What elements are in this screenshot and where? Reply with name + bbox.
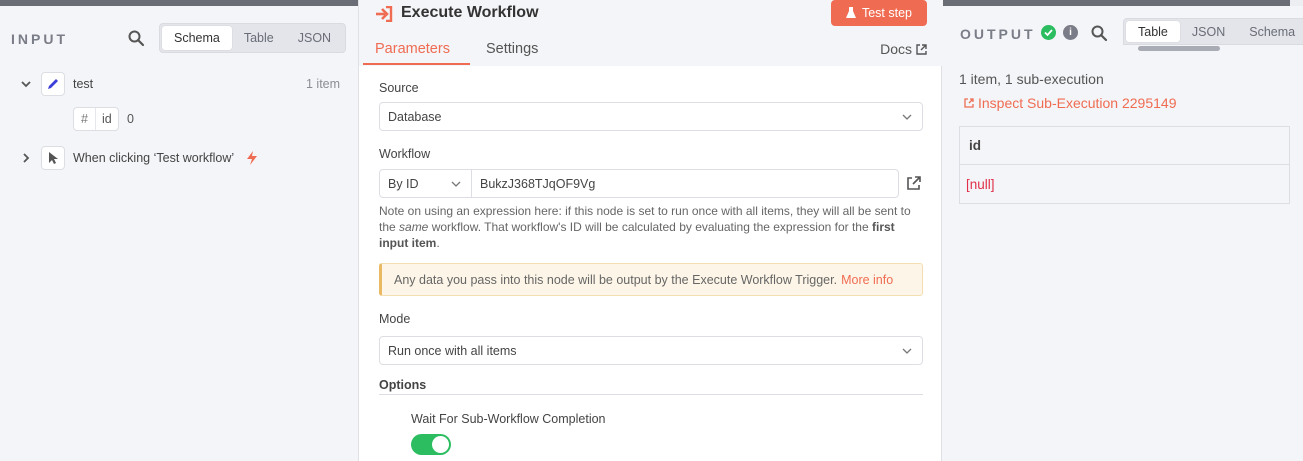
- toggle-knob: [432, 436, 449, 453]
- test-step-button[interactable]: Test step: [831, 0, 927, 26]
- node-details-panel: Execute Workflow Test step Parameters Se…: [358, 0, 943, 461]
- mode-value: Run once with all items: [388, 343, 517, 358]
- callout-text: Any data you pass into this node will be…: [394, 272, 838, 287]
- input-tab-schema[interactable]: Schema: [162, 26, 232, 50]
- input-view-switcher: Schema Table JSON: [159, 23, 347, 53]
- output-title: OUTPUT: [960, 26, 1036, 42]
- workflow-id-input[interactable]: BukzJ368TJqOF9Vg: [472, 170, 595, 197]
- tree-node-label: When clicking ‘Test workflow’: [73, 151, 235, 165]
- table-header-id: id: [960, 127, 1289, 165]
- output-tab-table[interactable]: Table: [1126, 21, 1180, 42]
- success-check-icon: [1041, 25, 1056, 40]
- output-table: id [null]: [959, 126, 1290, 204]
- docs-label: Docs: [880, 41, 912, 57]
- input-tab-json[interactable]: JSON: [286, 26, 343, 50]
- cursor-icon: [41, 146, 65, 170]
- active-tab-indicator: [363, 63, 470, 65]
- search-icon[interactable]: [127, 29, 145, 47]
- workflow-label: Workflow: [379, 147, 431, 161]
- node-title: Execute Workflow: [401, 4, 539, 21]
- external-link-icon: [964, 98, 974, 108]
- item-count: 1 item: [306, 77, 341, 91]
- external-link-icon: [916, 43, 927, 55]
- tab-settings[interactable]: Settings: [486, 41, 538, 57]
- tree-node-trigger[interactable]: When clicking ‘Test workflow’: [20, 146, 258, 170]
- options-heading: Options: [379, 378, 427, 392]
- info-callout: Any data you pass into this node will be…: [379, 263, 923, 296]
- output-tab-json[interactable]: JSON: [1180, 21, 1237, 42]
- flask-icon: [845, 7, 856, 18]
- source-value: Database: [388, 109, 442, 124]
- expression-note: Note on using an expression here: if thi…: [379, 204, 911, 250]
- test-step-label: Test step: [861, 6, 913, 20]
- table-cell: [null]: [966, 176, 995, 192]
- info-icon[interactable]: i: [1063, 25, 1078, 40]
- workflow-input-group: By ID BukzJ368TJqOF9Vg: [379, 169, 899, 198]
- input-panel: INPUT Schema Table JSON test 1 item # id…: [0, 6, 358, 461]
- chevron-down-icon: [451, 181, 461, 187]
- search-icon[interactable]: [1090, 24, 1108, 42]
- field-name: id: [102, 112, 112, 126]
- tab-parameters[interactable]: Parameters: [375, 41, 450, 57]
- more-info-link[interactable]: More info: [841, 273, 893, 287]
- schema-field-id: # id: [73, 107, 119, 131]
- mode-label: Mode: [379, 312, 411, 326]
- source-label: Source: [379, 81, 419, 95]
- horizontal-scrollbar[interactable]: [1138, 46, 1220, 51]
- source-select[interactable]: Database: [379, 102, 923, 131]
- input-title: INPUT: [11, 31, 68, 47]
- tree-node-label: test: [73, 77, 94, 91]
- output-tab-schema[interactable]: Schema: [1237, 21, 1303, 42]
- open-workflow-icon[interactable]: [906, 175, 922, 191]
- chevron-down-icon: [902, 348, 912, 354]
- inspect-sub-execution-link[interactable]: Inspect Sub-Execution 2295149: [964, 95, 1176, 111]
- output-summary: 1 item, 1 sub-execution: [959, 71, 1104, 87]
- input-tab-table[interactable]: Table: [232, 26, 286, 50]
- chevron-right-icon[interactable]: [20, 152, 32, 164]
- output-view-switcher: Table JSON Schema: [1123, 18, 1303, 45]
- pencil-icon: [41, 72, 65, 96]
- docs-link[interactable]: Docs: [880, 41, 927, 57]
- wait-completion-label: Wait For Sub-Workflow Completion: [411, 412, 606, 426]
- mode-select[interactable]: Run once with all items: [379, 336, 923, 365]
- inspect-label: Inspect Sub-Execution 2295149: [978, 95, 1177, 111]
- workflow-mode-value: By ID: [388, 176, 419, 191]
- chevron-down-icon[interactable]: [20, 78, 32, 90]
- chevron-down-icon: [902, 114, 912, 120]
- output-panel: OUTPUT i Table JSON Schema 1 item, 1 sub…: [942, 6, 1303, 461]
- sign-in-icon: [376, 6, 393, 22]
- wait-completion-toggle[interactable]: [411, 434, 451, 455]
- field-value: 0: [127, 112, 134, 126]
- tree-node-test[interactable]: test: [20, 72, 93, 96]
- number-type-icon: #: [74, 108, 96, 130]
- lightning-bolt-icon: [247, 151, 258, 165]
- node-header: Execute Workflow Test step Parameters Se…: [359, 0, 943, 66]
- workflow-mode-select[interactable]: By ID: [380, 170, 472, 197]
- options-divider: [379, 394, 923, 395]
